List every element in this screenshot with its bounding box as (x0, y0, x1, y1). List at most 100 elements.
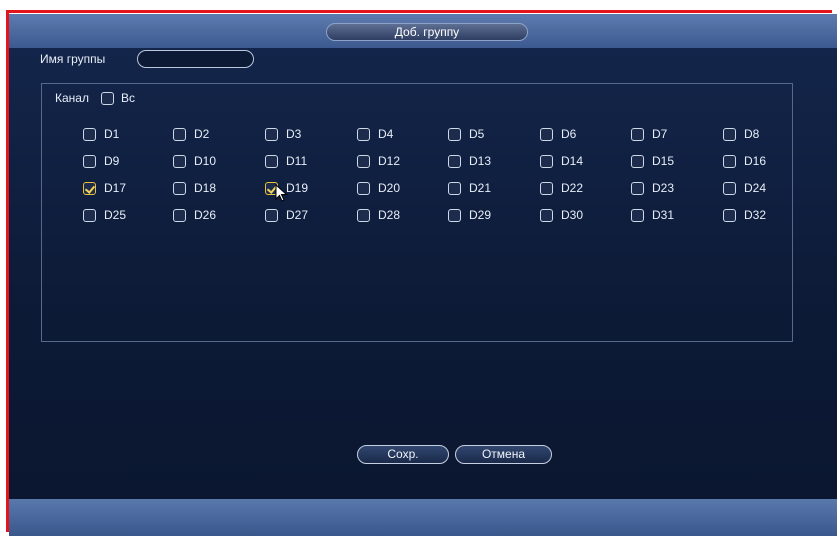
channel-checkbox[interactable] (723, 181, 736, 195)
channel-checkbox[interactable] (448, 127, 461, 141)
channel-checkbox[interactable] (540, 208, 553, 222)
channel-panel (41, 83, 793, 342)
channel-checkbox[interactable] (723, 127, 736, 141)
channel-label: D28 (378, 208, 401, 222)
channel-label: D32 (744, 208, 767, 222)
channel-label: D30 (561, 208, 584, 222)
channel-item[interactable]: D6 (540, 125, 576, 143)
channel-item[interactable]: D11 (265, 152, 307, 170)
channel-checkbox[interactable] (357, 181, 370, 195)
channel-label: D4 (378, 127, 394, 141)
channel-label: D27 (286, 208, 309, 222)
channel-checkbox[interactable] (265, 208, 278, 222)
channel-label: D22 (561, 181, 584, 195)
channel-item[interactable]: D9 (83, 152, 119, 170)
channel-item[interactable]: D31 (631, 206, 674, 224)
channel-checkbox[interactable] (723, 208, 736, 222)
channel-checkbox[interactable] (448, 208, 461, 222)
channel-item[interactable]: D29 (448, 206, 491, 224)
channel-checkbox[interactable] (357, 208, 370, 222)
channel-item[interactable]: D14 (540, 152, 583, 170)
channel-item[interactable]: D13 (448, 152, 491, 170)
channel-checkbox[interactable] (173, 181, 186, 195)
channel-item[interactable]: D28 (357, 206, 400, 224)
channel-item[interactable]: D3 (265, 125, 301, 143)
channel-label: D5 (469, 127, 485, 141)
channel-item[interactable]: D26 (173, 206, 216, 224)
channel-item[interactable]: D1 (83, 125, 119, 143)
channel-item[interactable]: D18 (173, 179, 216, 197)
channel-label: D19 (286, 181, 309, 195)
channel-label: D17 (104, 181, 127, 195)
channel-label: D13 (469, 154, 492, 168)
dialog-title: Доб. группу (326, 23, 528, 41)
channel-item[interactable]: D7 (631, 125, 667, 143)
channel-checkbox[interactable] (357, 127, 370, 141)
channel-item[interactable]: D30 (540, 206, 583, 224)
channel-item[interactable]: D27 (265, 206, 308, 224)
channel-item[interactable]: D24 (723, 179, 766, 197)
channel-label: D9 (104, 154, 120, 168)
channel-checkbox[interactable] (540, 154, 553, 168)
channel-label: D3 (286, 127, 302, 141)
channel-item[interactable]: D2 (173, 125, 209, 143)
cancel-button[interactable]: Отмена (455, 445, 552, 464)
channel-checkbox[interactable] (631, 208, 644, 222)
channel-item[interactable]: D16 (723, 152, 766, 170)
channel-label: D14 (561, 154, 584, 168)
channel-checkbox[interactable] (83, 181, 96, 195)
channel-checkbox[interactable] (173, 154, 186, 168)
channel-checkbox[interactable] (540, 127, 553, 141)
channel-label: D8 (744, 127, 760, 141)
channel-item[interactable]: D10 (173, 152, 216, 170)
select-all-label: Вс (120, 91, 135, 105)
channel-checkbox[interactable] (448, 154, 461, 168)
channel-checkbox[interactable] (631, 181, 644, 195)
channel-label: D23 (652, 181, 675, 195)
footer-bar (9, 499, 837, 536)
channel-checkbox[interactable] (265, 154, 278, 168)
channel-label: D7 (652, 127, 668, 141)
channel-item[interactable]: D21 (448, 179, 491, 197)
channel-label: D10 (194, 154, 217, 168)
channel-checkbox[interactable] (540, 181, 553, 195)
channel-label: D31 (652, 208, 675, 222)
channel-item[interactable]: D5 (448, 125, 484, 143)
channel-checkbox[interactable] (631, 154, 644, 168)
channel-label: D20 (378, 181, 401, 195)
channel-checkbox[interactable] (265, 127, 278, 141)
channel-label: D24 (744, 181, 767, 195)
channel-checkbox[interactable] (448, 181, 461, 195)
channel-item[interactable]: D23 (631, 179, 674, 197)
channel-label: D16 (744, 154, 767, 168)
channel-label: D25 (104, 208, 127, 222)
channel-item[interactable]: D22 (540, 179, 583, 197)
channel-checkbox[interactable] (173, 208, 186, 222)
channel-label: D15 (652, 154, 675, 168)
mouse-cursor-icon (275, 184, 288, 202)
channel-label: D12 (378, 154, 401, 168)
channel-item[interactable]: D4 (357, 125, 393, 143)
group-name-label: Имя группы (40, 52, 106, 66)
save-button[interactable]: Сохр. (357, 445, 449, 464)
channel-checkbox[interactable] (173, 127, 186, 141)
channel-checkbox[interactable] (357, 154, 370, 168)
channel-checkbox[interactable] (723, 154, 736, 168)
channel-item[interactable]: D32 (723, 206, 766, 224)
channel-checkbox[interactable] (83, 127, 96, 141)
channel-label: D21 (469, 181, 492, 195)
channel-item[interactable]: D15 (631, 152, 674, 170)
select-all-checkbox[interactable] (100, 91, 114, 105)
channel-label: D2 (194, 127, 210, 141)
channel-checkbox[interactable] (631, 127, 644, 141)
channel-checkbox[interactable] (83, 208, 96, 222)
channel-item[interactable]: D8 (723, 125, 759, 143)
channel-item[interactable]: D20 (357, 179, 400, 197)
group-name-input[interactable] (137, 50, 254, 68)
channel-item[interactable]: D25 (83, 206, 126, 224)
channel-label: Канал (55, 91, 89, 105)
channel-checkbox[interactable] (83, 154, 96, 168)
channel-item[interactable]: D12 (357, 152, 400, 170)
channel-item[interactable]: D17 (83, 179, 126, 197)
channel-header: Канал Вс (55, 89, 135, 107)
